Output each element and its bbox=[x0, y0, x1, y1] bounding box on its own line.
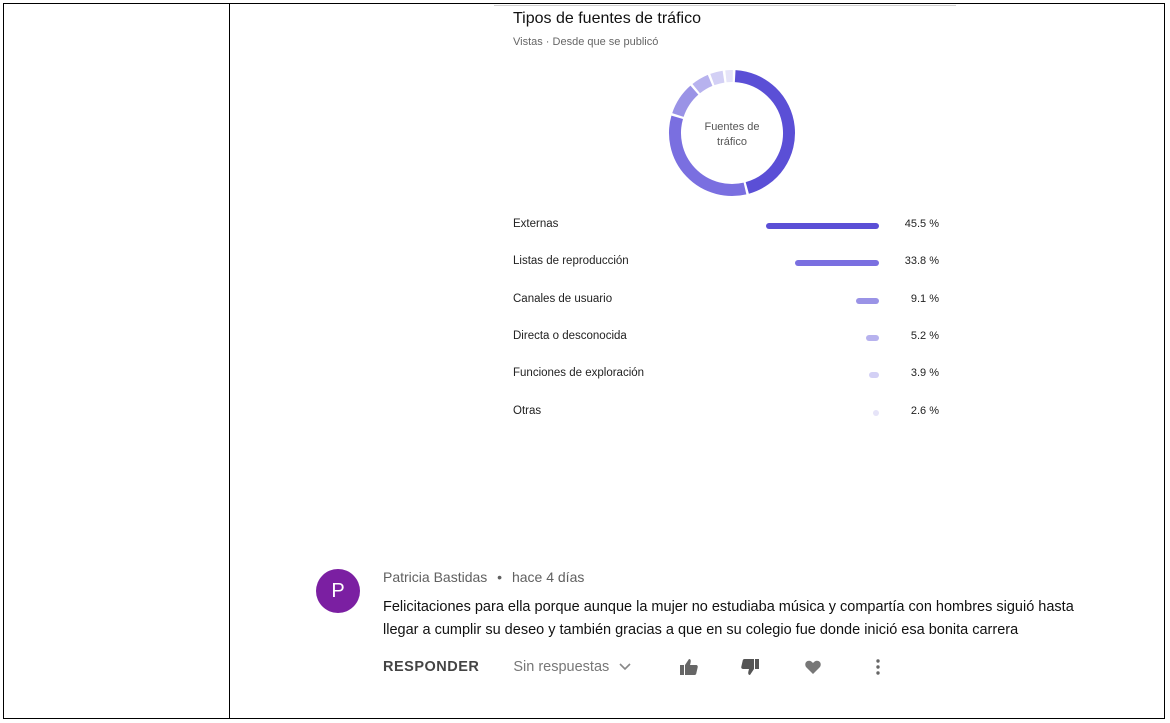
traffic-source-label: Otras bbox=[513, 405, 542, 417]
traffic-source-row: Funciones de exploración 3.9 % bbox=[513, 364, 953, 384]
donut-center-label: Fuentes de tráfico bbox=[682, 120, 782, 150]
traffic-source-row: Otras 2.6 % bbox=[513, 402, 953, 422]
traffic-source-row: Listas de reproducción 33.8 % bbox=[513, 252, 953, 272]
traffic-source-label: Canales de usuario bbox=[513, 293, 613, 305]
column-divider bbox=[229, 3, 230, 719]
traffic-source-percent: 3.9 % bbox=[910, 367, 939, 379]
comment-header: Patricia Bastidas • hace 4 días bbox=[383, 569, 584, 585]
traffic-source-bar bbox=[866, 335, 879, 341]
chevron-down-icon bbox=[619, 663, 631, 671]
reply-button[interactable]: RESPONDER bbox=[383, 659, 479, 675]
card-subtitle: Vistas · Desde que se publicó bbox=[513, 36, 659, 48]
traffic-source-percent: 5.2 % bbox=[910, 330, 939, 342]
more-vertical-icon bbox=[876, 659, 880, 675]
traffic-source-bar bbox=[795, 260, 879, 266]
donut-segment bbox=[672, 85, 699, 118]
card-title: Tipos de fuentes de tráfico bbox=[513, 10, 701, 27]
traffic-source-row: Canales de usuario 9.1 % bbox=[513, 290, 953, 310]
heart-button[interactable] bbox=[801, 655, 825, 679]
replies-dropdown[interactable]: Sin respuestas bbox=[513, 659, 631, 675]
traffic-source-label: Funciones de exploración bbox=[513, 367, 645, 379]
replies-label: Sin respuestas bbox=[513, 659, 610, 675]
traffic-source-bar bbox=[766, 223, 879, 229]
traffic-source-label: Externas bbox=[513, 218, 559, 230]
heart-icon bbox=[805, 660, 822, 674]
comment-text-line1: Felicitaciones para ella porque aunque l… bbox=[383, 599, 1074, 615]
traffic-source-bar bbox=[869, 372, 879, 378]
thumbs-up-icon bbox=[680, 659, 699, 675]
comment-text-line2: llegar a cumplir su deseo y también grac… bbox=[383, 622, 1019, 638]
traffic-source-percent: 45.5 % bbox=[904, 218, 939, 230]
donut-label-line2: tráfico bbox=[717, 136, 747, 148]
comment-separator: • bbox=[497, 569, 503, 585]
traffic-source-row: Externas 45.5 % bbox=[513, 215, 953, 235]
dislike-button[interactable] bbox=[738, 655, 762, 679]
traffic-source-label: Directa o desconocida bbox=[513, 330, 627, 342]
more-options-button[interactable] bbox=[866, 655, 890, 679]
comment-text: Felicitaciones para ella porque aunque l… bbox=[383, 596, 1123, 642]
traffic-source-percent: 9.1 % bbox=[910, 293, 939, 305]
traffic-source-row: Directa o desconocida 5.2 % bbox=[513, 327, 953, 347]
comment-time: hace 4 días bbox=[511, 569, 585, 585]
traffic-source-percent: 33.8 % bbox=[904, 255, 939, 267]
donut-segment bbox=[710, 70, 725, 86]
traffic-source-bar bbox=[856, 298, 879, 304]
thumbs-down-icon bbox=[741, 659, 760, 675]
like-button[interactable] bbox=[677, 655, 701, 679]
donut-segment bbox=[692, 74, 713, 94]
traffic-source-percent: 2.6 % bbox=[910, 405, 939, 417]
card-top-border bbox=[494, 5, 956, 6]
avatar-letter: P bbox=[331, 579, 345, 602]
comment-author[interactable]: Patricia Bastidas bbox=[383, 569, 487, 585]
comment-actions: RESPONDER Sin respuestas bbox=[383, 655, 890, 679]
avatar[interactable]: P bbox=[316, 569, 360, 613]
traffic-source-label: Listas de reproducción bbox=[513, 255, 629, 267]
donut-label-line1: Fuentes de bbox=[704, 121, 760, 133]
